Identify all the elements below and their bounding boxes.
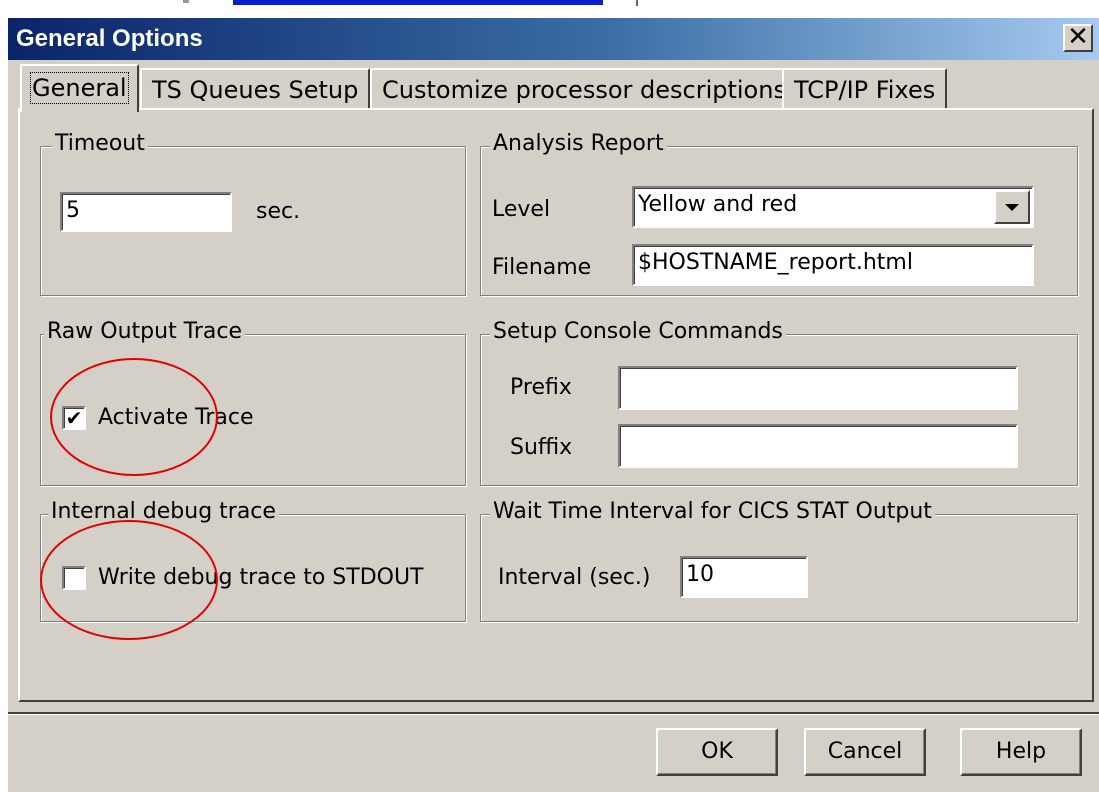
wait-time-legend: Wait Time Interval for CICS STAT Output xyxy=(490,500,935,524)
help-button[interactable]: Help xyxy=(960,728,1082,776)
analysis-report-legend: Analysis Report xyxy=(490,132,667,156)
tab-ts-queues-setup[interactable]: TS Queues Setup xyxy=(140,68,371,110)
annotation-circle-activate-trace xyxy=(50,358,218,476)
prefix-input[interactable] xyxy=(618,366,1018,410)
level-dropdown-button[interactable] xyxy=(994,190,1030,224)
background-mark xyxy=(183,0,189,3)
cancel-button[interactable]: Cancel xyxy=(804,728,926,776)
suffix-input[interactable] xyxy=(618,424,1018,468)
annotation-circle-debug-trace xyxy=(40,520,218,640)
level-select[interactable]: Yellow and red xyxy=(632,186,1034,228)
suffix-label: Suffix xyxy=(510,435,573,460)
level-select-value: Yellow and red xyxy=(638,192,798,217)
button-bar-separator xyxy=(8,712,1099,715)
tab-tcpip-fixes[interactable]: TCP/IP Fixes xyxy=(782,68,948,110)
console-commands-legend: Setup Console Commands xyxy=(490,320,786,344)
close-button[interactable]: ✕ xyxy=(1063,24,1093,52)
filename-label: Filename xyxy=(492,255,592,280)
raw-output-trace-legend: Raw Output Trace xyxy=(44,320,246,344)
internal-debug-legend: Internal debug trace xyxy=(48,500,279,524)
interval-label: Interval (sec.) xyxy=(498,565,651,590)
timeout-unit-label: sec. xyxy=(256,199,301,224)
tab-label: TS Queues Setup xyxy=(152,76,359,104)
timeout-input[interactable]: 5 xyxy=(60,192,232,232)
tab-label: TCP/IP Fixes xyxy=(794,76,936,104)
interval-input[interactable]: 10 xyxy=(680,556,808,598)
filename-input[interactable]: $HOSTNAME_report.html xyxy=(632,244,1034,286)
timeout-legend: Timeout xyxy=(52,132,148,156)
prefix-label: Prefix xyxy=(510,375,572,400)
background-mark xyxy=(636,0,638,6)
chevron-down-icon xyxy=(1005,204,1019,211)
dialog-title: General Options xyxy=(16,25,203,52)
background-selection xyxy=(233,0,603,5)
level-label: Level xyxy=(492,197,551,222)
tab-label: General xyxy=(30,72,129,104)
tab-label: Customize processor descriptions xyxy=(382,76,786,104)
ok-button[interactable]: OK xyxy=(656,728,778,776)
tab-customize-processor-descriptions[interactable]: Customize processor descriptions xyxy=(370,68,798,110)
tab-general[interactable]: General xyxy=(20,64,139,112)
close-icon: ✕ xyxy=(1067,22,1089,52)
